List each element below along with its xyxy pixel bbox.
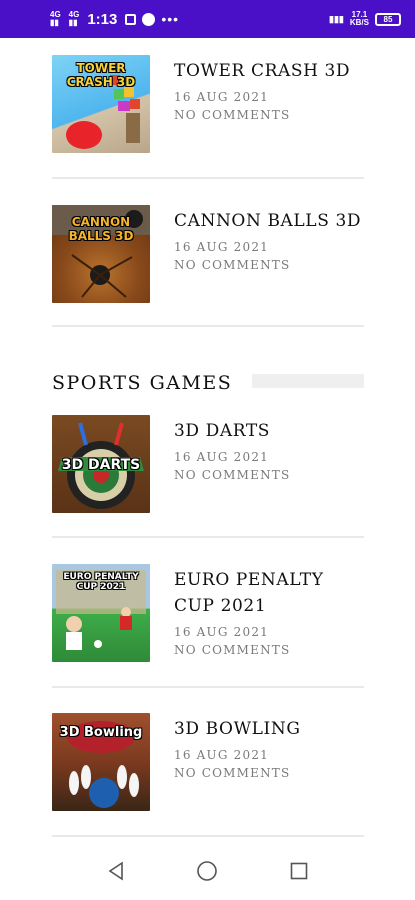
back-triangle-icon[interactable] [101, 856, 131, 886]
status-right: ▮▮▮ 17.1 KB/S 85 [329, 11, 401, 27]
battery-icon: 85 [375, 12, 401, 26]
post-date: 16 AUG 2021 [174, 240, 270, 254]
tower-crash-thumbnail[interactable]: TOWER CRASH 3D [52, 55, 150, 153]
post-title[interactable]: TOWER CRASH 3D [174, 58, 364, 84]
cannon-balls-thumbnail[interactable]: CANNON BALLS 3D [52, 205, 150, 303]
darts-thumb-text: 3D DARTS [61, 457, 141, 473]
penalty-cup-thumb-text: EURO PENALTY CUP 2021 [63, 572, 139, 592]
post-comments[interactable]: NO COMMENTS [174, 641, 364, 659]
post-title[interactable]: 3D BOWLING [174, 716, 364, 742]
post-title[interactable]: EURO PENALTY CUP 2021 [174, 567, 364, 619]
post-title[interactable]: 3D DARTS [174, 418, 364, 444]
signal-bars-1: ▮▮ [50, 18, 59, 27]
post-comments[interactable]: NO COMMENTS [174, 466, 364, 484]
recents-square-icon[interactable] [284, 856, 314, 886]
post-comments[interactable]: NO COMMENTS [174, 256, 364, 274]
post-meta: 3D BOWLING 16 AUG 2021 NO COMMENTS [174, 713, 364, 811]
post-item[interactable]: EURO PENALTY CUP 2021 EURO PENALTY CUP 2… [52, 564, 364, 662]
post-meta: CANNON BALLS 3D 16 AUG 2021 NO COMMENTS [174, 205, 364, 303]
penalty-cup-thumbnail[interactable]: EURO PENALTY CUP 2021 [52, 564, 150, 662]
wifi-signal-icon: ▮▮▮ [329, 13, 344, 24]
post-meta: TOWER CRASH 3D 16 AUG 2021 NO COMMENTS [174, 55, 364, 153]
post-item[interactable]: 3D DARTS 3D DARTS 16 AUG 2021 NO COMMENT… [52, 415, 364, 513]
cannon-balls-thumb-text: CANNON BALLS 3D [68, 215, 134, 243]
signal-indicator-1: 4G ▮▮ [50, 11, 61, 27]
divider [52, 686, 364, 688]
divider [52, 835, 364, 837]
post-item[interactable]: TOWER CRASH 3D TOWER CRASH 3D 16 AUG 202… [52, 55, 364, 153]
divider [52, 177, 364, 179]
home-circle-icon[interactable] [192, 856, 222, 886]
divider [52, 325, 364, 327]
post-date: 16 AUG 2021 [174, 625, 270, 639]
status-time: 1:13 [87, 10, 118, 28]
post-meta: 3D DARTS 16 AUG 2021 NO COMMENTS [174, 415, 364, 513]
darts-thumbnail[interactable]: 3D DARTS [52, 415, 150, 513]
post-meta: EURO PENALTY CUP 2021 16 AUG 2021 NO COM… [174, 564, 364, 662]
bowling-thumbnail[interactable]: 3D Bowling [52, 713, 150, 811]
post-date: 16 AUG 2021 [174, 450, 270, 464]
post-item[interactable]: 3D Bowling 3D BOWLING 16 AUG 2021 NO COM… [52, 713, 364, 811]
post-comments[interactable]: NO COMMENTS [174, 106, 364, 124]
bowling-thumb-text: 3D Bowling [59, 725, 143, 740]
signal-bars-2: ▮▮ [68, 18, 78, 27]
battery-level: 85 [383, 14, 393, 24]
post-date: 16 AUG 2021 [174, 748, 270, 762]
notification-icon [125, 13, 137, 25]
signal-indicator-2: 4G ▮▮ [69, 11, 80, 27]
post-item[interactable]: CANNON BALLS 3D CANNON BALLS 3D 16 AUG 2… [52, 205, 364, 303]
tower-crash-thumb-text: TOWER CRASH 3D [66, 61, 136, 89]
section-title-bar [252, 374, 364, 388]
post-date: 16 AUG 2021 [174, 90, 270, 104]
speed-unit: KB/S [349, 18, 369, 27]
divider [52, 536, 364, 538]
post-title[interactable]: CANNON BALLS 3D [174, 208, 364, 234]
network-speed: 17.1 KB/S [350, 11, 369, 27]
more-notifications-icon: ••• [161, 11, 180, 27]
system-nav-bar [0, 842, 415, 900]
post-comments[interactable]: NO COMMENTS [174, 764, 364, 782]
app-notification-icon [142, 12, 156, 26]
status-bar: 4G ▮▮ 4G ▮▮ 1:13 ••• ▮▮▮ 17.1 KB/S 85 [0, 0, 415, 38]
section-title: SPORTS GAMES [52, 372, 233, 394]
